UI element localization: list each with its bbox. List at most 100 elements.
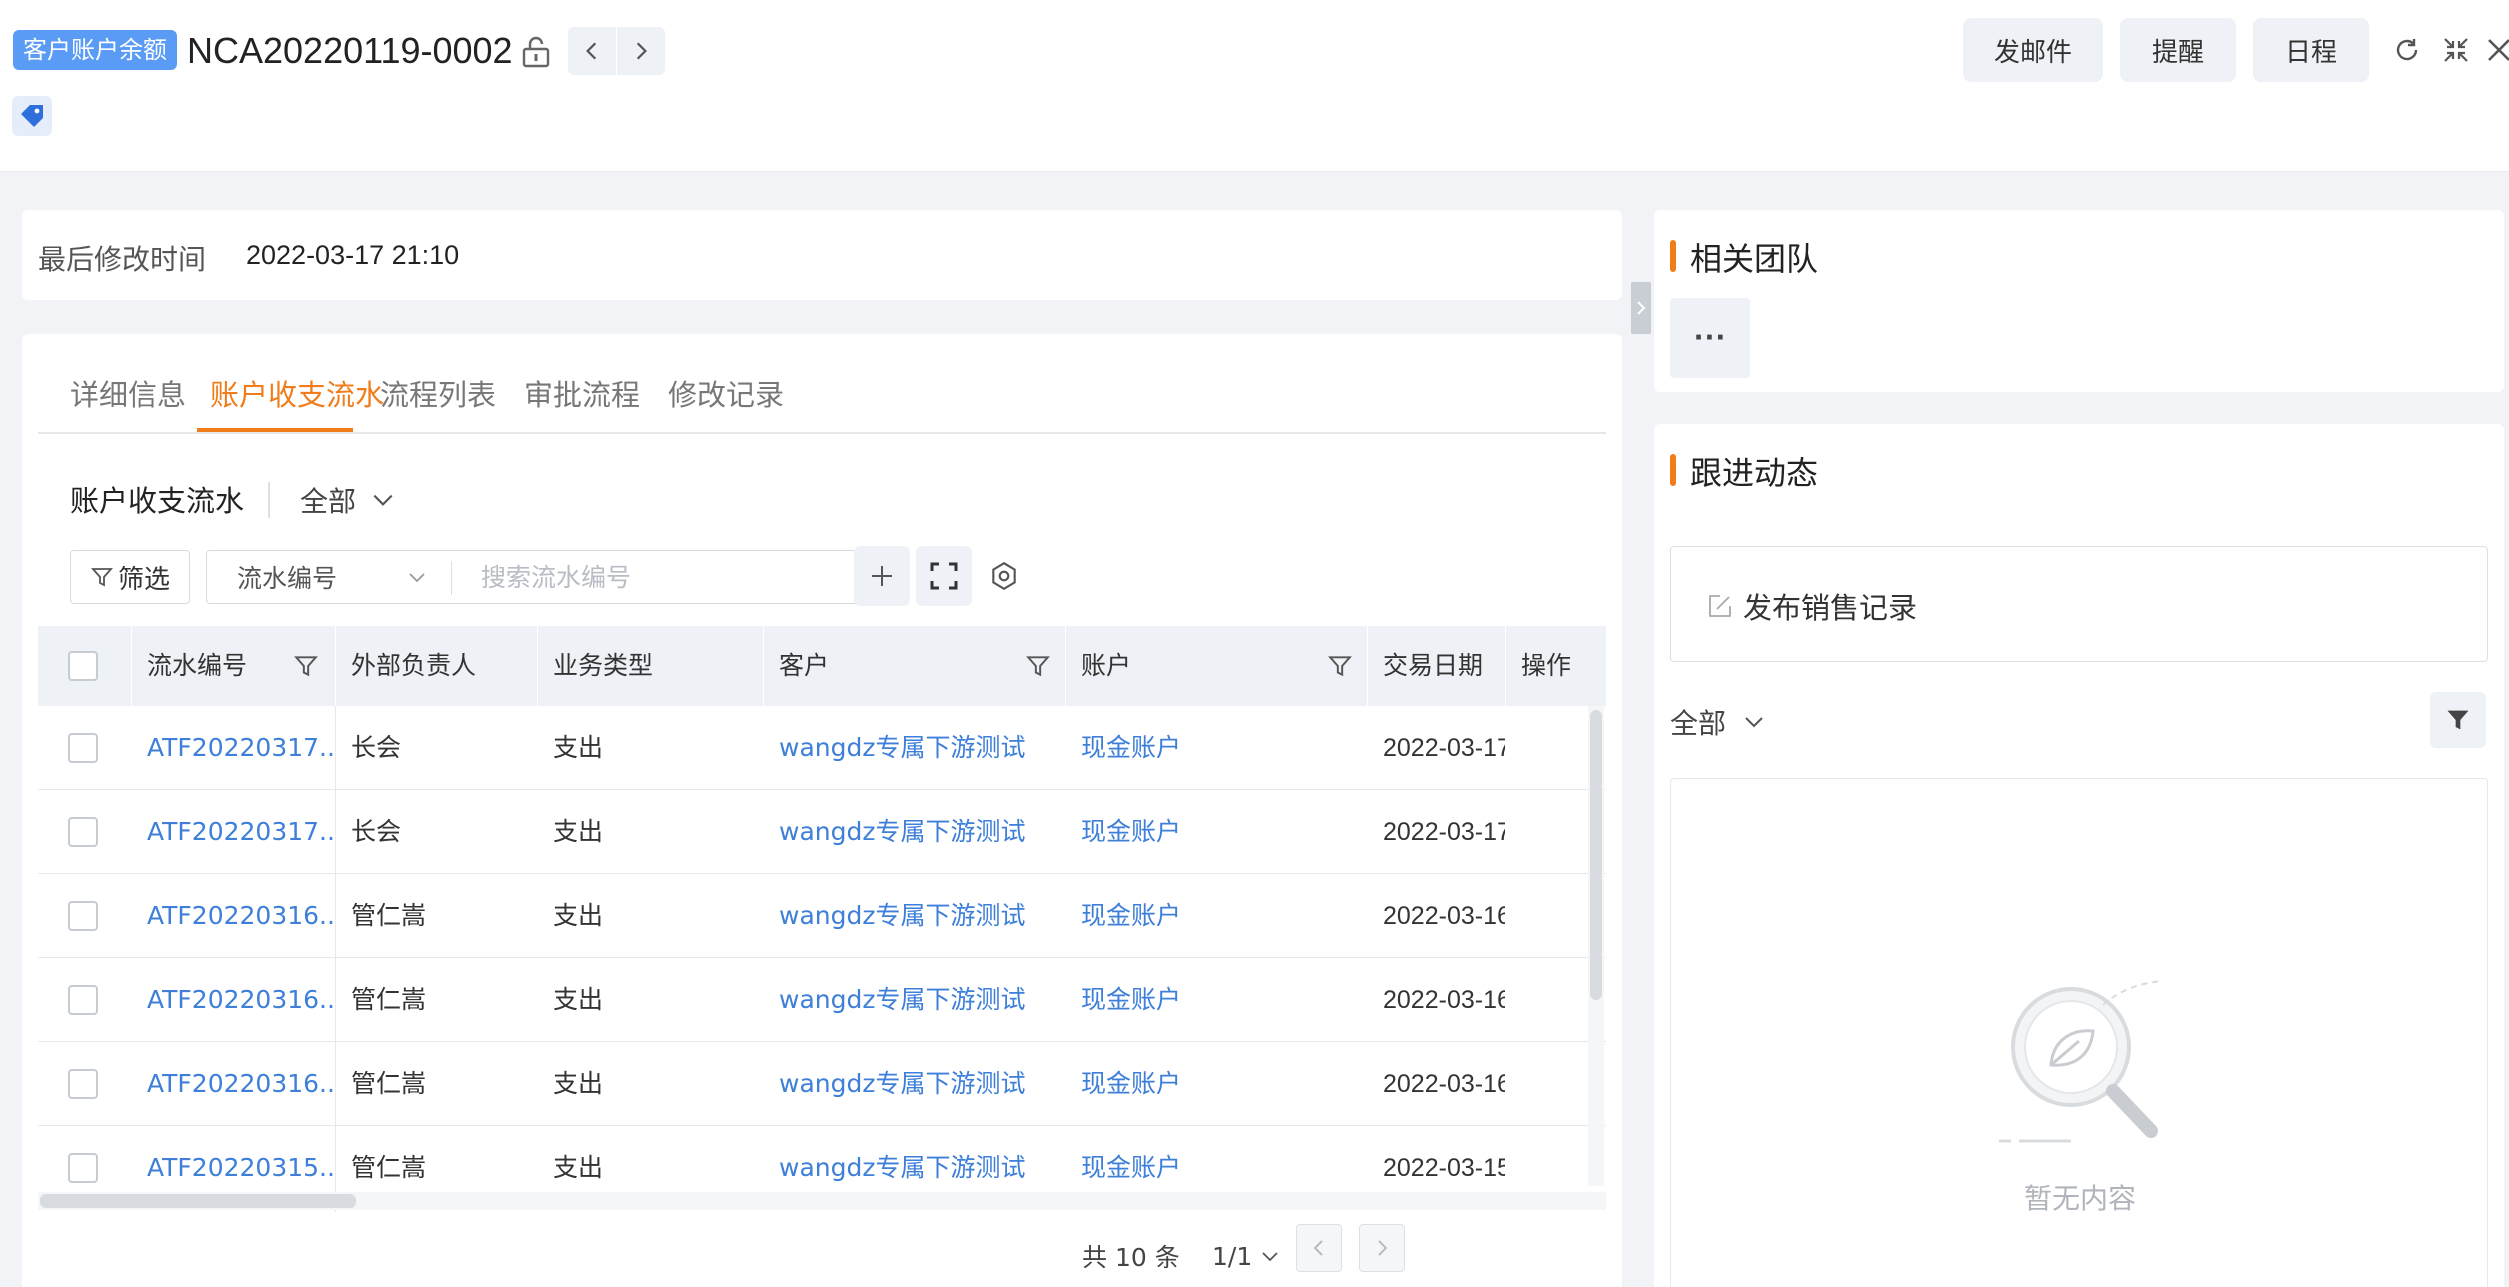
cell-flow-id[interactable]: ATF20220316... [131, 958, 335, 1042]
page-header: 客户账户余额 NCA20220119-0002 发邮件 提醒 日程 [0, 0, 2509, 172]
row-checkbox[interactable] [68, 985, 98, 1015]
cell-actions [1505, 1042, 1588, 1126]
column-filter-icon[interactable] [293, 653, 319, 679]
detail-tabs: 详细信息 账户收支流水 流程列表 审批流程 修改记录 [38, 362, 1606, 434]
table-row[interactable]: ATF20220317... 长会 支出 wangdz专属下游测试 现金账户 2022-0… [38, 790, 1606, 874]
chevron-left-icon [586, 42, 597, 60]
column-header-account[interactable]: 账户 [1065, 626, 1367, 706]
cell-business-type: 支出 [553, 901, 604, 930]
prev-record-button[interactable] [568, 27, 616, 75]
page-select[interactable]: 1/1 [1212, 1230, 1280, 1282]
fullscreen-button[interactable] [916, 546, 972, 606]
fullscreen-icon [930, 562, 958, 590]
unlock-icon[interactable] [518, 34, 554, 70]
close-button[interactable] [2484, 30, 2509, 70]
next-page-button[interactable] [1359, 1224, 1405, 1272]
collapse-button[interactable] [2436, 30, 2476, 70]
column-header-label: 账户 [1081, 651, 1132, 680]
record-navigation [568, 27, 665, 75]
row-checkbox[interactable] [68, 1153, 98, 1183]
table-row[interactable]: ATF20220316... 管仁嵩 支出 wangdz专属下游测试 现金账户 2022-… [38, 958, 1606, 1042]
cell-business-type: 支出 [553, 733, 604, 762]
filter-label: 筛选 [117, 564, 170, 595]
page-indicator: 1/1 [1212, 1241, 1253, 1271]
add-record-button[interactable] [854, 546, 910, 606]
cell-flow-id[interactable]: ATF20220316... [131, 874, 335, 958]
side-panel-toggle[interactable] [1631, 282, 1651, 334]
cell-actions [1505, 790, 1588, 874]
row-checkbox[interactable] [68, 901, 98, 931]
post-sales-record-label: 发布销售记录 [1743, 591, 1918, 625]
horizontal-scrollbar[interactable] [40, 1194, 356, 1208]
team-more-button[interactable]: ··· [1670, 298, 1750, 378]
column-header-type[interactable]: 业务类型 [537, 626, 763, 706]
follow-up-title: 跟进动态 [1670, 448, 1818, 494]
cell-account[interactable]: 现金账户 [1065, 958, 1367, 1042]
pagination-total: 共 10 条 [1082, 1243, 1180, 1272]
remind-button[interactable]: 提醒 [2120, 18, 2236, 82]
scope-dropdown[interactable]: 全部 [300, 480, 396, 520]
search-input[interactable] [459, 555, 839, 599]
column-settings-button[interactable] [982, 554, 1026, 598]
prev-page-button[interactable] [1296, 1224, 1342, 1272]
cell-actions [1505, 874, 1588, 958]
column-filter-icon[interactable] [1025, 653, 1051, 679]
cell-owner: 管仁嵩 [351, 901, 427, 930]
post-sales-record-button[interactable]: 发布销售记录 [1670, 546, 2488, 662]
tab-details[interactable]: 详细信息 [70, 372, 186, 414]
cell-account[interactable]: 现金账户 [1065, 874, 1367, 958]
column-header-id[interactable]: 流水编号 [131, 626, 335, 706]
cell-account[interactable]: 现金账户 [1065, 1042, 1367, 1126]
cell-flow-id[interactable]: ATF20220317... [131, 790, 335, 874]
cell-account[interactable]: 现金账户 [1065, 706, 1367, 790]
tab-process-list[interactable]: 流程列表 [380, 372, 496, 414]
select-all-checkbox[interactable] [68, 651, 98, 681]
cell-flow-id[interactable]: ATF20220316... [131, 1042, 335, 1126]
column-header-customer[interactable]: 客户 [763, 626, 1065, 706]
cell-customer[interactable]: wangdz专属下游测试 [763, 958, 1065, 1042]
search-field-select[interactable]: 流水编号 [207, 551, 451, 603]
next-record-button[interactable] [617, 27, 665, 75]
cell-actions [1505, 958, 1588, 1042]
modified-time-value: 2022-03-17 21:10 [246, 240, 460, 270]
cell-customer[interactable]: wangdz专属下游测试 [763, 874, 1065, 958]
refresh-button[interactable] [2387, 30, 2427, 70]
cell-account[interactable]: 现金账户 [1065, 790, 1367, 874]
row-checkbox[interactable] [68, 1069, 98, 1099]
table-row[interactable]: ATF20220317... 长会 支出 wangdz专属下游测试 现金账户 2022-0… [38, 706, 1606, 790]
follow-filter-button[interactable] [2430, 692, 2486, 748]
vertical-scrollbar[interactable] [1590, 710, 1602, 1000]
column-filter-icon[interactable] [1327, 653, 1353, 679]
search-box: 流水编号 [206, 550, 906, 604]
collapse-icon [2444, 38, 2468, 62]
table-row[interactable]: ATF20220316... 管仁嵩 支出 wangdz专属下游测试 现金账户 2022-… [38, 1042, 1606, 1126]
object-type-badge: 客户账户余额 [13, 30, 177, 70]
cell-flow-id[interactable]: ATF20220317... [131, 706, 335, 790]
cell-owner: 管仁嵩 [351, 1069, 427, 1098]
column-header-owner[interactable]: 外部负责人 [335, 626, 537, 706]
column-header-date[interactable]: 交易日期 [1367, 626, 1505, 706]
filter-button[interactable]: 筛选 [70, 550, 190, 604]
tab-change-log[interactable]: 修改记录 [668, 372, 784, 414]
close-icon [2488, 39, 2509, 61]
row-checkbox[interactable] [68, 817, 98, 847]
cell-trade-date: 2022-03-16 [1383, 1070, 1505, 1098]
cell-trade-date: 2022-03-16 [1383, 986, 1505, 1014]
cell-owner: 管仁嵩 [351, 985, 427, 1014]
tag-button[interactable] [12, 96, 52, 136]
cell-customer[interactable]: wangdz专属下游测试 [763, 706, 1065, 790]
row-checkbox[interactable] [68, 733, 98, 763]
cell-customer[interactable]: wangdz专属下游测试 [763, 790, 1065, 874]
search-field-value: 流水编号 [237, 564, 338, 593]
follow-scope-dropdown[interactable]: 全部 [1670, 702, 1766, 742]
tab-account-flow[interactable]: 账户收支流水 [210, 372, 384, 414]
cell-customer[interactable]: wangdz专属下游测试 [763, 1042, 1065, 1126]
fixed-column-divider [335, 706, 336, 1212]
refresh-icon [2396, 39, 2418, 61]
send-email-button[interactable]: 发邮件 [1963, 18, 2103, 82]
tab-approval-flow[interactable]: 审批流程 [524, 372, 640, 414]
schedule-button[interactable]: 日程 [2253, 18, 2369, 82]
divider [451, 561, 452, 595]
tag-icon [21, 105, 43, 127]
table-row[interactable]: ATF20220316... 管仁嵩 支出 wangdz专属下游测试 现金账户 2022-… [38, 874, 1606, 958]
